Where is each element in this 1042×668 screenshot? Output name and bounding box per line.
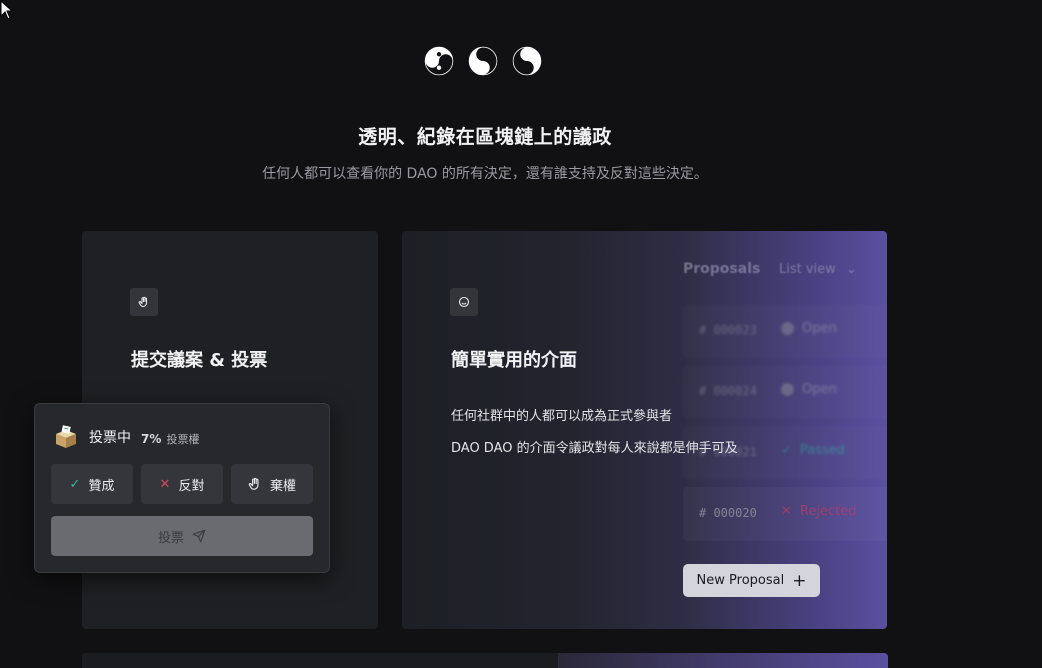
open-status-icon	[781, 383, 794, 396]
card-title: 簡單實用的介面	[451, 350, 577, 371]
abstain-label: 棄權	[269, 478, 296, 494]
open-status-icon	[781, 322, 794, 335]
yin-yang-icon	[468, 46, 498, 76]
submit-label: 投票	[157, 530, 184, 546]
raised-hand-icon	[130, 288, 158, 316]
x-icon: ✕	[781, 504, 792, 519]
next-card-right	[558, 653, 888, 668]
check-icon: ✓	[69, 476, 81, 492]
voting-panel: 投票中 7% 投票權 ✓ 贊成 ✕ 反對 棄權 投票	[34, 403, 330, 573]
status-label: Passed	[799, 443, 845, 458]
mouse-cursor-icon	[0, 0, 14, 20]
voting-power-label: 投票權	[166, 432, 200, 446]
yin-yang-icon	[424, 46, 454, 76]
proposal-status: Open	[781, 321, 837, 336]
plus-icon: +	[792, 570, 807, 591]
simple-interface-card: 簡單實用的介面 Proposals List view ⌄ # 000023 O…	[402, 231, 887, 629]
proposal-status: ✕ Rejected	[781, 504, 856, 519]
no-label: 反對	[178, 478, 205, 494]
x-icon: ✕	[159, 476, 171, 492]
proposal-row[interactable]: # 000020 ✕ Rejected	[683, 487, 887, 541]
card-title: 提交議案 & 投票	[131, 350, 268, 371]
status-label: Open	[802, 321, 837, 336]
list-view-dropdown[interactable]: List view ⌄	[779, 262, 857, 277]
voting-title: 投票中	[89, 430, 131, 446]
proposal-id: # 000020	[699, 506, 757, 520]
smiley-icon	[450, 288, 478, 316]
check-icon: ✓	[781, 443, 792, 458]
proposal-id: # 000023	[699, 323, 757, 337]
proposal-row[interactable]: # 000023 Open	[683, 304, 887, 358]
description-line: DAO DAO 的介面令議政對每人來說都是伸手可及	[451, 441, 738, 456]
yin-yang-icon	[512, 46, 542, 76]
proposal-status: ✓ Passed	[781, 443, 845, 458]
abstain-vote-button[interactable]: 棄權	[231, 464, 313, 504]
proposal-status: Open	[781, 382, 837, 397]
chevron-down-icon: ⌄	[845, 262, 857, 277]
description-line: 任何社群中的人都可以成為正式參與者	[451, 409, 673, 424]
status-label: Rejected	[799, 504, 857, 519]
send-icon	[192, 529, 206, 543]
new-proposal-button[interactable]: New Proposal +	[683, 564, 820, 597]
hero-icons	[424, 46, 542, 76]
ballot-box-icon	[56, 425, 76, 448]
section-subline: 任何人都可以查看你的 DAO 的所有決定，還有誰支持及反對這些決定。	[262, 166, 708, 182]
section-headline: 透明、紀錄在區塊鏈上的議政	[358, 126, 612, 148]
new-proposal-label: New Proposal	[696, 573, 785, 588]
proposal-id: # 000024	[699, 384, 757, 398]
voting-power-percent: 7%	[141, 431, 162, 446]
yes-vote-button[interactable]: ✓ 贊成	[51, 464, 133, 504]
raised-hand-icon	[248, 477, 259, 490]
proposal-row[interactable]: # 000024 Open	[683, 365, 887, 419]
proposals-heading: Proposals	[683, 261, 761, 277]
next-card-left	[82, 653, 558, 668]
yes-label: 贊成	[88, 478, 115, 494]
status-label: Open	[802, 382, 837, 397]
no-vote-button[interactable]: ✕ 反對	[141, 464, 223, 504]
list-view-label: List view	[779, 262, 836, 277]
voting-header: 投票中 7% 投票權	[53, 424, 199, 450]
submit-vote-button[interactable]: 投票	[51, 516, 313, 556]
